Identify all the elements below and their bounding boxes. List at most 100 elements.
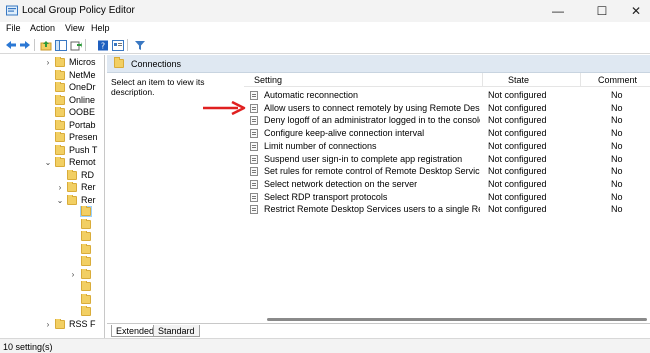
tree-item[interactable] [0,231,104,243]
minimize-button[interactable]: — [540,0,576,22]
setting-name: Automatic reconnection [264,90,359,100]
forward-icon[interactable] [18,39,31,51]
tree-item[interactable]: OOBE [0,107,104,119]
tree-item[interactable] [0,218,104,231]
table-row[interactable]: Select RDP transport protocols Not confi… [244,191,650,204]
tree-item[interactable]: OneDr [0,82,104,94]
policy-setting-icon [250,179,258,189]
tree-item[interactable] [0,293,104,306]
tree-item[interactable]: Push T [0,144,104,157]
properties-icon[interactable] [111,39,124,51]
table-row[interactable]: Allow users to connect remotely by using… [244,102,650,115]
back-icon[interactable] [4,39,17,51]
tree-item[interactable]: Online [0,94,104,107]
setting-state: Not configured [488,115,547,126]
tree-item-label: Rer [81,182,96,192]
chevron-down-icon[interactable]: ⌄ [56,196,64,205]
folder-icon [55,318,65,329]
folder-icon [81,281,91,291]
setting-name: Deny logoff of an administrator logged i… [264,115,480,126]
export-icon[interactable] [69,39,82,51]
tree-item[interactable]: › RSS F [0,318,104,331]
table-row[interactable]: Set rules for remote control of Remote D… [244,165,650,178]
chevron-down-icon[interactable]: ⌄ [44,158,52,167]
folder-icon [81,293,91,304]
tab-standard[interactable]: Standard [153,325,200,337]
console-tree-icon[interactable] [54,39,67,51]
console-tree[interactable]: › Micros NetMe OneDr Online OOBE Portab … [0,55,105,338]
menu-bar: File Action View Help [0,22,650,36]
column-setting[interactable]: Setting [254,75,282,85]
filter-icon[interactable] [133,39,146,51]
maximize-button[interactable]: ☐ [584,0,620,22]
folder-icon [55,157,65,167]
tree-item[interactable] [0,281,104,293]
up-folder-icon[interactable] [39,39,52,51]
policy-setting-icon [250,205,258,215]
setting-name: Select network detection on the server [264,178,418,189]
table-row[interactable]: Deny logoff of an administrator logged i… [244,114,650,127]
tree-item[interactable] [0,206,104,218]
tree-item-label: Micros [69,57,96,67]
folder-icon [55,107,65,117]
chevron-right-icon[interactable]: › [44,320,52,329]
menu-action[interactable]: Action [30,23,55,33]
group-policy-app-icon [6,5,18,16]
folder-icon [55,69,65,80]
tree-item[interactable]: RD [0,169,104,182]
folder-icon [81,243,91,254]
tree-item[interactable]: › Micros [0,57,104,69]
description-text: Select an item to view its description. [111,77,205,97]
tree-item[interactable] [0,256,104,268]
chevron-right-icon[interactable]: › [69,270,77,279]
setting-name: Configure keep-alive connection interval [264,128,425,139]
chevron-right-icon[interactable]: › [44,58,52,67]
tab-extended[interactable]: Extended [111,325,160,337]
tree-item[interactable] [0,243,104,256]
setting-comment: No [611,102,623,113]
chevron-right-icon[interactable]: › [56,183,64,192]
tree-item[interactable] [0,306,104,318]
help-icon[interactable]: ? [96,39,109,51]
setting-comment: No [611,140,623,151]
column-divider[interactable] [580,73,581,87]
table-row[interactable]: Configure keep-alive connection interval… [244,127,650,140]
tree-item[interactable]: › [0,268,104,281]
setting-name: Limit number of connections [264,140,377,151]
table-row[interactable]: Suspend user sign-in to complete app reg… [244,153,650,166]
close-button[interactable]: ✕ [618,0,650,22]
policy-setting-icon [250,103,258,113]
column-state[interactable]: State [508,75,529,85]
tree-item[interactable]: › Rer [0,182,104,194]
policy-setting-icon [250,129,258,139]
table-row[interactable]: Restrict Remote Desktop Services users t… [244,203,650,216]
tree-item-remote[interactable]: ⌄ Remot [0,157,104,169]
menu-help[interactable]: Help [91,23,110,33]
folder-icon [67,194,77,205]
toolbar-separator [127,39,128,51]
table-row[interactable]: Automatic reconnection Not configured No [244,89,650,102]
tree-item[interactable]: NetMe [0,69,104,82]
settings-list[interactable]: Setting State Comment Automatic reconnec… [244,73,650,323]
menu-file[interactable]: File [6,23,21,33]
tree-item[interactable]: ⌄ Rer [0,194,104,207]
policy-setting-icon [250,91,258,100]
setting-state: Not configured [488,191,547,202]
folder-icon [55,94,65,105]
setting-comment: No [611,90,623,100]
folder-icon [81,268,91,279]
folder-icon [55,82,65,92]
tree-item-label: Push T [69,144,98,155]
menu-view[interactable]: View [65,23,84,33]
tree-item[interactable]: Portab [0,119,104,132]
horizontal-scrollbar[interactable] [267,318,647,321]
policy-setting-icon [250,154,258,164]
table-row[interactable]: Select network detection on the server N… [244,178,650,191]
setting-state: Not configured [488,204,547,215]
tree-item[interactable]: Presen [0,132,104,144]
column-divider[interactable] [482,73,483,87]
setting-state: Not configured [488,166,547,177]
setting-state: Not configured [488,90,547,100]
table-row[interactable]: Limit number of connections Not configur… [244,140,650,153]
column-comment[interactable]: Comment [598,75,637,85]
